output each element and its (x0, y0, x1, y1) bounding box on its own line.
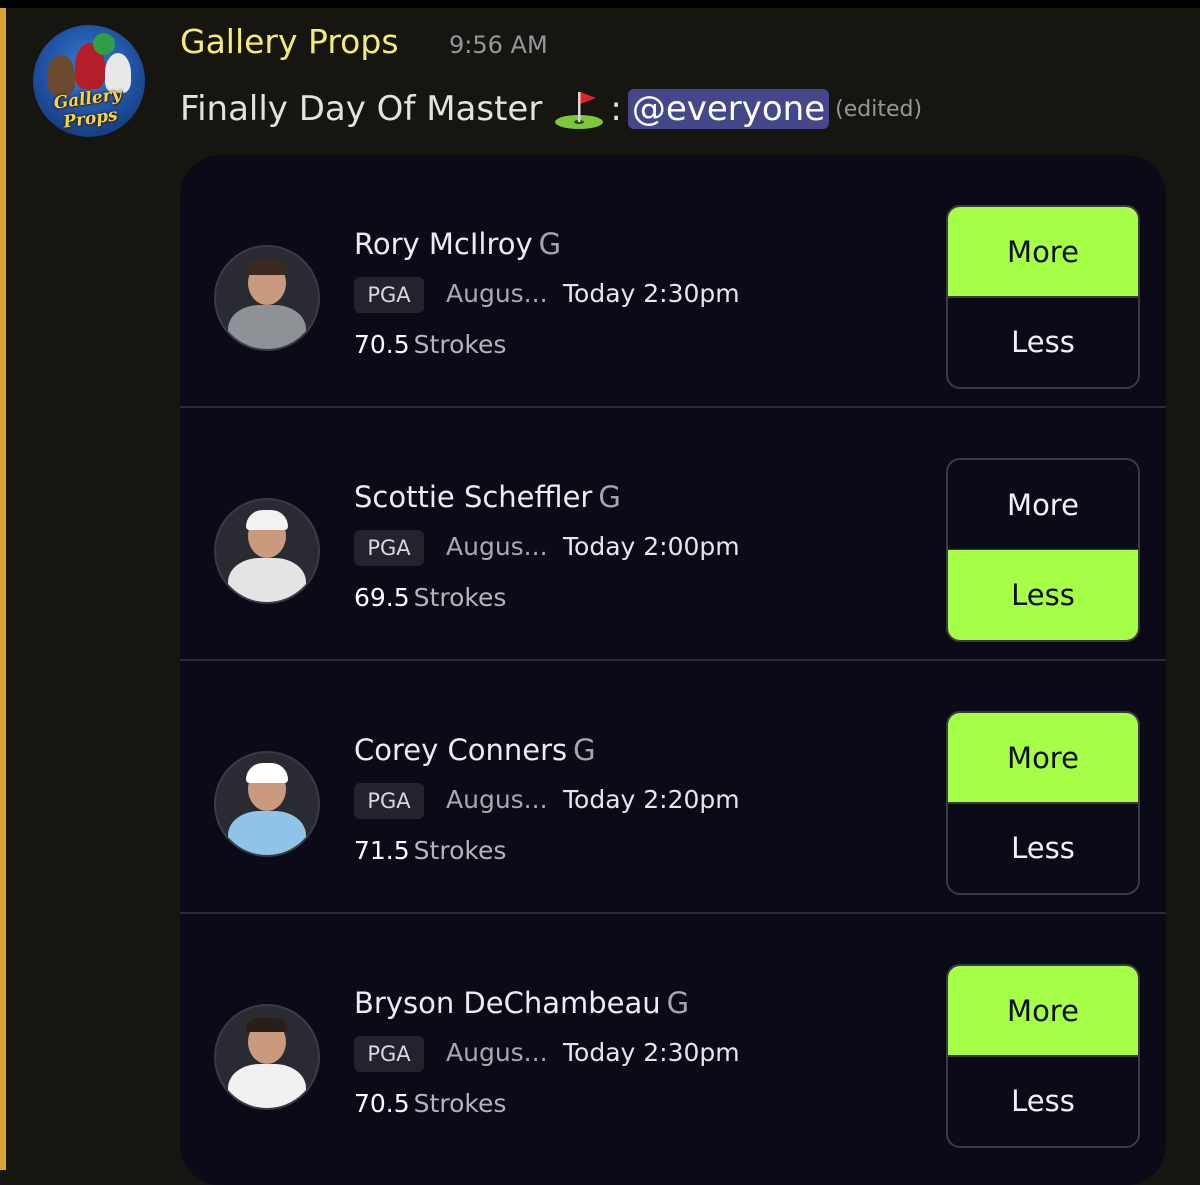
player-photo (214, 245, 320, 351)
event-name: Augus... (446, 532, 548, 561)
message-timestamp: 9:56 AM (449, 31, 548, 59)
more-less-toggle: More Less (946, 458, 1140, 642)
more-less-toggle: More Less (946, 205, 1140, 389)
line-value: 71.5 (354, 836, 410, 865)
more-button[interactable]: More (948, 460, 1138, 551)
more-less-toggle: More Less (946, 711, 1140, 895)
stat-line: 71.5 Strokes (354, 836, 506, 865)
picks-card: Rory McIlroy G PGA Augus... Today 2:30pm … (180, 155, 1166, 1185)
mention-highlight-bar (0, 8, 6, 1170)
everyone-mention[interactable]: @everyone (627, 89, 830, 129)
event-name: Augus... (446, 279, 548, 308)
less-button[interactable]: Less (948, 297, 1138, 387)
player-position: G (666, 986, 690, 1020)
player-photo (214, 1004, 320, 1110)
player-position: G (573, 733, 596, 767)
player-name: Bryson DeChambeau (354, 986, 661, 1020)
stat-unit: Strokes (413, 836, 507, 865)
player-name-row: Bryson DeChambeau G (354, 986, 689, 1020)
event-name: Augus... (446, 785, 548, 814)
stat-line: 70.5 Strokes (354, 330, 506, 359)
top-strip (0, 0, 1200, 8)
player-position: G (538, 227, 562, 261)
stat-unit: Strokes (413, 330, 507, 359)
game-time: Today 2:00pm (563, 532, 740, 561)
player-name: Corey Conners (354, 733, 568, 767)
message-content: Finally Day Of Master : @everyone (edite… (180, 88, 922, 130)
line-value: 69.5 (354, 583, 410, 612)
league-badge: PGA (354, 277, 424, 313)
player-photo (214, 498, 320, 604)
pick-row: Bryson DeChambeau G PGA Augus... Today 2:… (180, 914, 1166, 1167)
league-badge: PGA (354, 530, 424, 566)
stat-unit: Strokes (413, 1089, 507, 1118)
player-name-row: Scottie Scheffler G (354, 480, 621, 514)
game-time: Today 2:20pm (563, 785, 740, 814)
game-time: Today 2:30pm (563, 279, 740, 308)
pick-row: Rory McIlroy G PGA Augus... Today 2:30pm … (180, 155, 1166, 408)
more-button[interactable]: More (948, 207, 1138, 298)
pick-row: Scottie Scheffler G PGA Augus... Today 2:… (180, 408, 1166, 661)
pick-row: Corey Conners G PGA Augus... Today 2:20pm… (180, 661, 1166, 914)
golf-flag-icon (555, 92, 604, 129)
player-position: G (598, 480, 621, 514)
line-value: 70.5 (354, 330, 410, 359)
player-name-row: Rory McIlroy G (354, 227, 561, 261)
player-name: Rory McIlroy (354, 227, 533, 261)
less-button[interactable]: Less (948, 1056, 1138, 1146)
player-name: Scottie Scheffler (354, 480, 593, 514)
message-text: Finally Day Of Master (180, 89, 543, 129)
message-colon: : (610, 89, 622, 129)
game-time: Today 2:30pm (563, 1038, 740, 1067)
player-name-row: Corey Conners G (354, 733, 596, 767)
stat-unit: Strokes (413, 583, 507, 612)
more-button[interactable]: More (948, 966, 1138, 1057)
stat-line: 69.5 Strokes (354, 583, 506, 612)
league-badge: PGA (354, 783, 424, 819)
more-less-toggle: More Less (946, 964, 1140, 1148)
username[interactable]: Gallery Props (180, 22, 399, 61)
less-button[interactable]: Less (948, 550, 1138, 640)
less-button[interactable]: Less (948, 803, 1138, 893)
line-value: 70.5 (354, 1089, 410, 1118)
stat-line: 70.5 Strokes (354, 1089, 506, 1118)
more-button[interactable]: More (948, 713, 1138, 804)
player-photo (214, 751, 320, 857)
edited-label: (edited) (835, 96, 923, 122)
avatar[interactable]: Gallery Props (33, 25, 145, 137)
league-badge: PGA (354, 1036, 424, 1072)
event-name: Augus... (446, 1038, 548, 1067)
